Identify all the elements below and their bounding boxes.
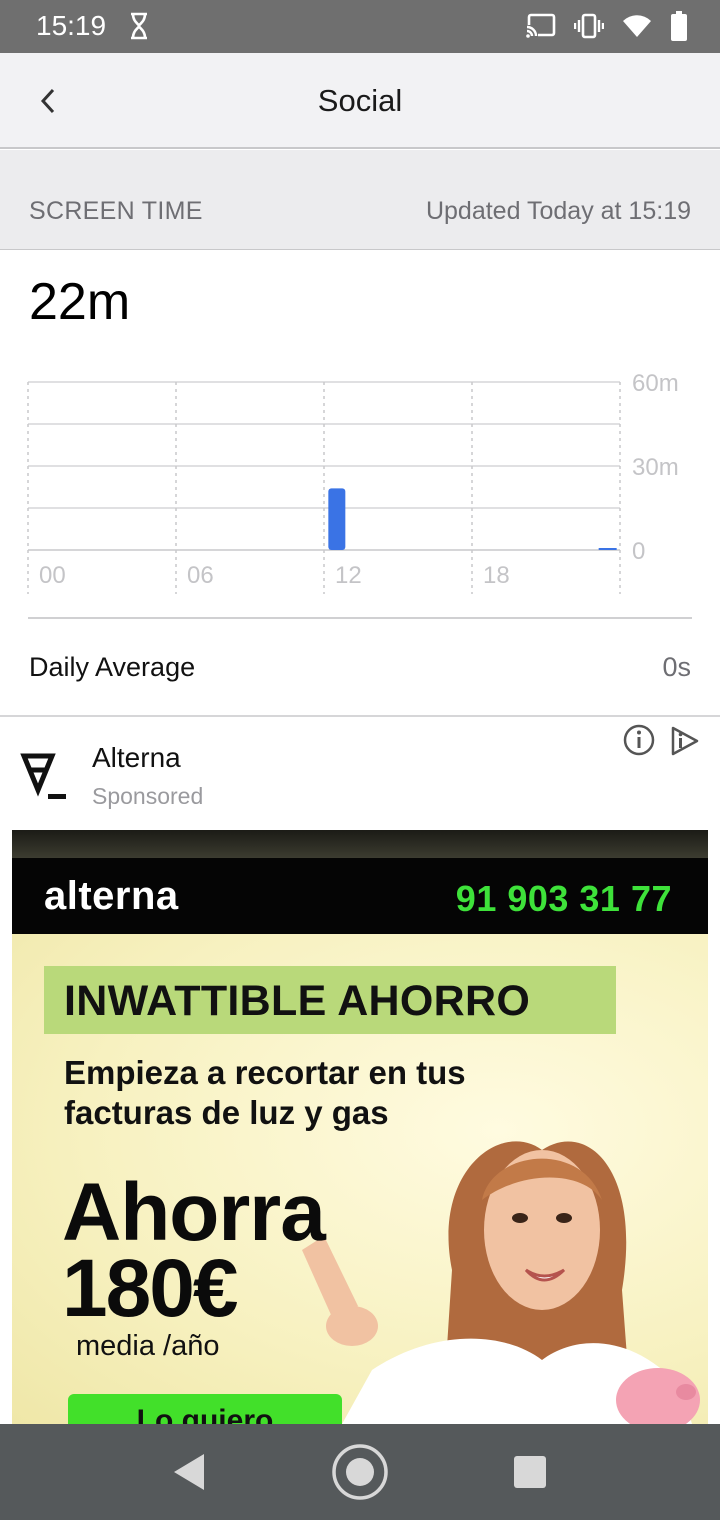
ad-subheadline-line1: Empieza a recortar en tus <box>64 1054 466 1091</box>
vibrate-icon <box>574 13 604 39</box>
cast-icon <box>526 13 556 39</box>
sponsored-label: Sponsored <box>92 783 204 809</box>
chart-x-tick-label: 18 <box>483 562 510 589</box>
chart-bar <box>598 548 617 550</box>
nav-recents-icon[interactable] <box>512 1454 548 1490</box>
nav-home-icon[interactable] <box>330 1442 390 1502</box>
chart-x-tick-label: 00 <box>39 562 66 589</box>
usage-chart: 00 06 12 18 60m 30m 0 <box>0 360 720 610</box>
chart-y-tick-label: 0 <box>632 538 645 565</box>
app-bar: Social <box>0 53 720 149</box>
screen: 15:19 Social SCREEN TIME Updated Today a… <box>0 0 720 1520</box>
chart-bar <box>328 488 346 550</box>
hourglass-icon <box>131 12 147 40</box>
advertiser-name[interactable]: Alterna <box>92 742 181 774</box>
section-title: SCREEN TIME <box>29 197 203 225</box>
nav-back-icon[interactable] <box>170 1450 210 1494</box>
ad-banner[interactable]: alterna 91 903 31 77 INWATTIBLE AHORRO E… <box>12 830 708 1424</box>
status-bar: 15:19 <box>0 0 720 53</box>
ad-top-strip <box>12 830 708 858</box>
ad-phone-number: 91 903 31 77 <box>455 878 672 919</box>
wifi-icon <box>623 15 651 37</box>
chart-y-tick-label: 30m <box>632 454 679 481</box>
ad-big-text-line2: 180€ <box>62 1243 238 1334</box>
ad-cta-label: Lo quiero <box>136 1404 274 1424</box>
status-icons <box>526 10 688 42</box>
chart-x-tick-label: 12 <box>335 562 362 589</box>
ad-brand-text: alterna <box>44 874 179 918</box>
updated-timestamp: Updated Today at 15:19 <box>425 197 691 225</box>
total-screen-time: 22m <box>29 273 131 331</box>
ad-cta-button[interactable]: Lo quiero <box>68 1394 342 1424</box>
battery-icon <box>671 11 687 41</box>
usage-chart-svg: 00 06 12 18 60m 30m 0 <box>27 370 679 594</box>
ad-divider <box>0 715 720 717</box>
info-icon[interactable] <box>622 723 656 757</box>
daily-average-value: 0s <box>662 652 691 682</box>
adchoices-icon[interactable] <box>668 724 702 758</box>
status-time: 15:19 <box>36 10 107 41</box>
chart-x-tick-label: 06 <box>187 562 214 589</box>
navigation-bar <box>0 1424 720 1520</box>
ad-model-image <box>302 1141 700 1424</box>
chart-divider <box>28 617 692 619</box>
chart-y-tick-label: 60m <box>632 370 679 397</box>
page-title: Social <box>317 83 403 118</box>
screen-time-header: SCREEN TIME Updated Today at 15:19 <box>0 150 720 250</box>
ad-headline: INWATTIBLE AHORRO <box>64 977 531 1025</box>
ad-small-text: media /año <box>76 1330 220 1362</box>
advertiser-logo[interactable] <box>20 750 70 802</box>
daily-average-label: Daily Average <box>29 652 196 682</box>
ad-subheadline-line2: facturas de luz y gas <box>64 1094 389 1131</box>
